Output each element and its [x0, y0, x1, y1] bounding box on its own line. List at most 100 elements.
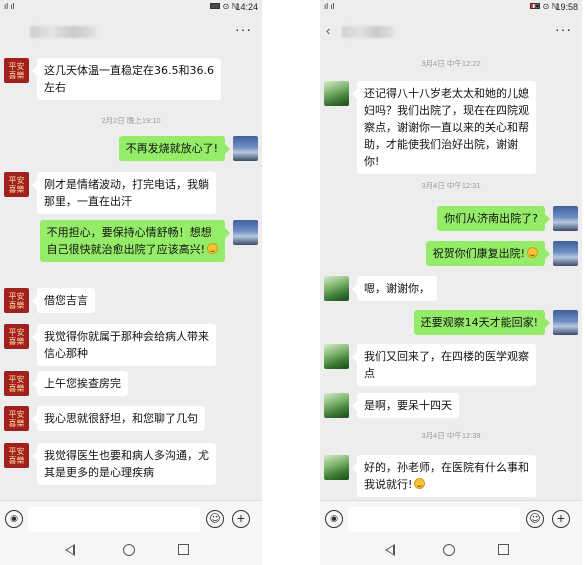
nav-recent-icon[interactable]: [178, 544, 189, 555]
message-row-received: 好的，孙老师，在医院有什么事和我说就行!: [324, 455, 536, 497]
message-bubble[interactable]: 还记得八十八岁老太太和她的儿媳 妇吗？我们出院了，现在在四院观 察点，谢谢你一直以来…: [352, 81, 536, 174]
system-nav-bar: [320, 537, 582, 565]
message-row-received: 平安 喜樂 我觉得医生也要和病人多沟通，尤 其是更多的是心理疾病: [4, 443, 216, 485]
message-text-line: 好的，孙老师，在医院有什么事和: [364, 461, 529, 474]
avatar[interactable]: [324, 81, 349, 106]
message-bubble[interactable]: 上午您挨查房完: [32, 371, 128, 396]
message-text-line: 不再发烧就放心了!: [125, 142, 218, 155]
message-bubble[interactable]: 借您吉言: [32, 288, 95, 313]
emoji-icon[interactable]: ☺: [206, 510, 224, 528]
message-text-line: 我觉得你就属于那种会给病人带来: [44, 330, 209, 343]
avatar[interactable]: 平安 喜樂: [4, 288, 29, 313]
message-bubble[interactable]: 刚才是情绪波动，打完电话，我躺 那里，一直在出汗: [32, 172, 216, 214]
avatar-text: 喜樂: [8, 300, 25, 310]
message-bubble[interactable]: 你们从济南出院了?: [437, 206, 550, 231]
avatar[interactable]: [553, 206, 578, 231]
message-bubble[interactable]: 嗯，谢谢你，: [352, 276, 437, 301]
input-bar: ◉ ☺ +: [0, 500, 262, 537]
message-bubble[interactable]: 这几天体温一直稳定在36.5和36.6 左右: [32, 58, 221, 100]
avatar-text: 喜樂: [8, 184, 25, 194]
message-timestamp: 3月4日 中午12:31: [421, 181, 481, 190]
message-input[interactable]: [348, 507, 520, 532]
message-bubble[interactable]: 我觉得你就属于那种会给病人带来 信心那种: [32, 324, 216, 366]
avatar[interactable]: 平安 喜樂: [4, 443, 29, 468]
message-row-sent: 你们从济南出院了?: [437, 206, 578, 231]
avatar-text: 平安: [8, 175, 25, 185]
nav-back-icon[interactable]: [65, 544, 75, 556]
avatar[interactable]: [233, 136, 258, 161]
message-bubble[interactable]: 我心思就很舒坦，和您聊了几句: [32, 406, 205, 431]
battery-icon: [210, 3, 220, 9]
message-text-line: 还要观察14天才能回家!: [420, 316, 538, 329]
avatar[interactable]: [233, 220, 258, 245]
message-bubble[interactable]: 我觉得医生也要和病人多沟通，尤 其是更多的是心理疾病: [32, 443, 216, 485]
message-text-line: 你们从济南出院了?: [444, 212, 538, 225]
message-text-line: 你!: [364, 155, 380, 168]
plus-icon[interactable]: +: [552, 510, 570, 528]
avatar[interactable]: 平安 喜樂: [4, 58, 29, 83]
avatar[interactable]: 平安 喜樂: [4, 371, 29, 396]
voice-input-icon[interactable]: ◉: [5, 510, 23, 528]
status-bar: ıl ıl ✱ ⊙ ℕ 14:24: [0, 0, 262, 15]
avatar[interactable]: [324, 276, 349, 301]
message-row-received: 平安 喜樂 我觉得你就属于那种会给病人带来 信心那种: [4, 324, 216, 366]
avatar[interactable]: 平安 喜樂: [4, 172, 29, 197]
chat-screen-right: ıl ıl ✱ ⊙ ℕ 19:58 ‹ ··· 3月4日 中午12:22 还记得八…: [320, 0, 582, 565]
message-bubble[interactable]: 我们又回来了，在四楼的医学观察点: [352, 344, 536, 386]
message-row-received: 平安 喜樂 这几天体温一直稳定在36.5和36.6 左右: [4, 58, 221, 100]
message-row-sent: 不再发烧就放心了!: [118, 136, 258, 161]
avatar[interactable]: 平安 喜樂: [4, 406, 29, 431]
message-text-line: 我说就行!: [364, 476, 529, 493]
avatar-text: 平安: [8, 61, 25, 71]
back-arrow-icon[interactable]: ‹: [326, 23, 330, 38]
avatar-text: 喜樂: [8, 336, 25, 346]
avatar[interactable]: [324, 455, 349, 480]
message-bubble[interactable]: 祝贺你们康复出院!: [425, 241, 551, 266]
message-timestamp: 3月4日 中午12:39: [421, 431, 481, 440]
chat-header: ···: [0, 15, 262, 48]
message-row-received: 平安 喜樂 刚才是情绪波动，打完电话，我躺 那里，一直在出汗: [4, 172, 216, 214]
avatar-text: 喜樂: [8, 455, 25, 465]
avatar[interactable]: [553, 310, 578, 335]
battery-icon: [530, 3, 540, 9]
voice-input-icon[interactable]: ◉: [325, 510, 343, 528]
message-text-line: 那里，一直在出汗: [44, 195, 132, 208]
message-row-received: 平安 喜樂 借您吉言: [4, 288, 95, 313]
nav-home-icon[interactable]: [443, 544, 455, 556]
message-text-line: 嗯，谢谢你，: [364, 282, 430, 295]
more-options-button[interactable]: ···: [555, 21, 572, 37]
chat-screen-left: ıl ıl ✱ ⊙ ℕ 14:24 ··· 平安 喜樂 这几天体温一直稳定在36.5…: [0, 0, 262, 565]
message-text-line: 借您吉言: [44, 294, 88, 307]
message-input[interactable]: [28, 507, 200, 532]
contact-name-redacted: [30, 26, 96, 38]
avatar-text: 平安: [8, 446, 25, 456]
message-bubble[interactable]: 不用担心，要保持心情舒畅！想想 自己很快就治愈出院了应该高兴!: [39, 220, 231, 262]
avatar[interactable]: 平安 喜樂: [4, 324, 29, 349]
message-text-line: 其是更多的是心理疾病: [44, 466, 154, 479]
message-row-received: 平安 喜樂 我心思就很舒坦，和您聊了几句: [4, 406, 205, 431]
plus-icon[interactable]: +: [232, 510, 250, 528]
nav-home-icon[interactable]: [123, 544, 135, 556]
contact-name-redacted: [342, 26, 394, 38]
message-text-line: 点: [364, 367, 375, 380]
avatar[interactable]: [324, 393, 349, 418]
message-bubble[interactable]: 是啊，要呆十四天: [352, 393, 459, 418]
message-row-sent: 祝贺你们康复出院!: [425, 241, 578, 266]
message-row-sent: 不用担心，要保持心情舒畅！想想 自己很快就治愈出院了应该高兴!: [39, 220, 258, 262]
system-nav-bar: [0, 537, 262, 565]
message-list[interactable]: 3月4日 中午12:22 还记得八十八岁老太太和她的儿媳 妇吗？我们出院了，现在在四…: [320, 48, 582, 498]
message-bubble[interactable]: 还要观察14天才能回家!: [413, 310, 551, 335]
emoji-icon[interactable]: ☺: [526, 510, 544, 528]
nav-back-icon[interactable]: [385, 544, 395, 556]
avatar[interactable]: [324, 344, 349, 369]
message-text-line: 左右: [44, 81, 66, 94]
message-text-line: 上午您挨查房完: [44, 377, 121, 390]
message-bubble[interactable]: 好的，孙老师，在医院有什么事和我说就行!: [352, 455, 536, 497]
avatar[interactable]: [553, 241, 578, 266]
message-row-sent: 还要观察14天才能回家!: [413, 310, 578, 335]
more-options-button[interactable]: ···: [235, 21, 252, 37]
message-bubble[interactable]: 不再发烧就放心了!: [118, 136, 231, 161]
message-text-line: 刚才是情绪波动，打完电话，我躺: [44, 178, 209, 191]
nav-recent-icon[interactable]: [498, 544, 509, 555]
message-list[interactable]: 平安 喜樂 这几天体温一直稳定在36.5和36.6 左右 2月2日 晚上19:10 不再发…: [0, 48, 262, 498]
